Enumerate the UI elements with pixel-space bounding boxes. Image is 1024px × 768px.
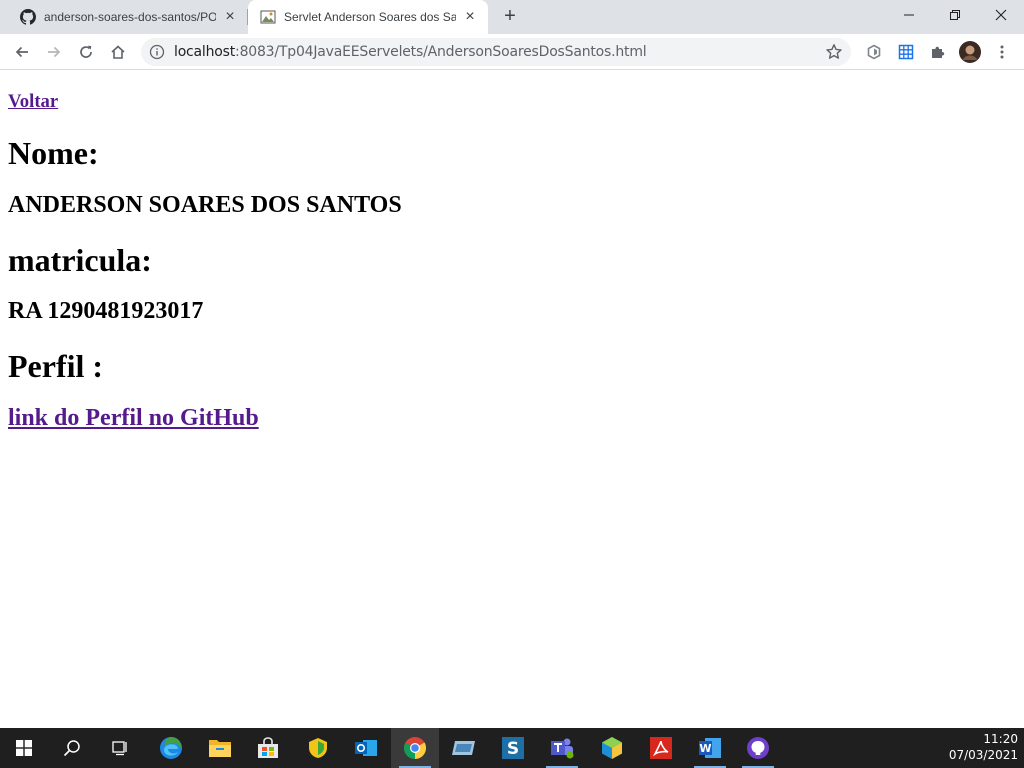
url-path: :8083/Tp04JavaEEServelets/AndersonSoares… xyxy=(235,44,647,60)
sourcetree-icon: S xyxy=(502,737,524,759)
github-desktop-icon xyxy=(747,737,769,759)
close-icon xyxy=(995,9,1007,21)
taskbar-edge[interactable] xyxy=(147,728,195,768)
extension-shield-button[interactable] xyxy=(860,38,888,66)
teams-icon xyxy=(551,738,574,759)
url-host: localhost xyxy=(174,44,236,60)
home-icon xyxy=(111,45,125,59)
windows-taskbar: S W 11:20 07/03/2021 xyxy=(0,728,1024,768)
close-window-button[interactable] xyxy=(978,0,1024,30)
reload-icon xyxy=(80,45,92,58)
new-tab-button[interactable]: + xyxy=(499,6,521,28)
store-icon xyxy=(258,737,278,758)
chrome-icon xyxy=(404,737,426,759)
svg-text:S: S xyxy=(507,739,519,759)
extension-shield-icon xyxy=(867,44,881,60)
page-content: Voltar Nome: ANDERSON SOARES DOS SANTOS … xyxy=(0,71,1024,728)
tab-strip: anderson-soares-dos-santos/POO × Servlet… xyxy=(0,0,1024,34)
word-icon: W xyxy=(699,738,721,758)
bookmark-star-icon[interactable] xyxy=(825,43,843,61)
taskbar-chrome[interactable] xyxy=(391,728,439,768)
taskbar-word[interactable]: W xyxy=(686,728,734,768)
apps-icon xyxy=(452,741,475,755)
url-text[interactable]: localhost:8083/Tp04JavaEEServelets/Ander… xyxy=(174,44,647,60)
reload-button[interactable] xyxy=(72,38,100,66)
forward-arrow-icon xyxy=(48,46,61,58)
tab-title: Servlet Anderson Soares dos Santos xyxy=(284,10,456,24)
kebab-menu-icon xyxy=(1000,45,1004,59)
matricula-heading: matricula: xyxy=(8,242,152,278)
nome-heading: Nome: xyxy=(8,135,99,171)
grid-extension-icon xyxy=(898,44,914,60)
virtualbox-icon xyxy=(602,737,622,759)
back-arrow-icon xyxy=(15,46,28,58)
minimize-icon xyxy=(904,14,914,16)
taskbar-store[interactable] xyxy=(244,728,292,768)
edge-icon xyxy=(160,737,182,759)
chrome-menu-button[interactable] xyxy=(988,38,1016,66)
matricula-value: RA 1290481923017 xyxy=(8,298,204,324)
taskbar-file-explorer[interactable] xyxy=(196,728,244,768)
perfil-heading: Perfil : xyxy=(8,348,104,384)
avatar-icon xyxy=(959,41,981,63)
grid-extension-button[interactable] xyxy=(892,38,920,66)
tab-title: anderson-soares-dos-santos/POO xyxy=(44,10,216,24)
kaspersky-icon xyxy=(309,738,327,758)
svg-text:W: W xyxy=(699,742,711,755)
start-icon xyxy=(16,740,32,756)
home-button[interactable] xyxy=(104,38,132,66)
task-view-icon xyxy=(112,741,127,756)
restore-icon xyxy=(950,10,960,20)
profile-avatar-button[interactable] xyxy=(956,38,984,66)
taskbar-acrobat[interactable] xyxy=(637,728,685,768)
github-icon xyxy=(20,9,36,25)
taskbar-sourcetree[interactable]: S xyxy=(489,728,537,768)
taskbar-github-desktop[interactable] xyxy=(734,728,782,768)
restore-button[interactable] xyxy=(932,0,978,30)
puzzle-icon xyxy=(932,46,945,58)
task-view-button[interactable] xyxy=(96,728,144,768)
taskbar-kaspersky[interactable] xyxy=(294,728,342,768)
taskbar-outlook[interactable] xyxy=(342,728,390,768)
taskbar-virtualbox[interactable] xyxy=(588,728,636,768)
tab-servlet[interactable]: Servlet Anderson Soares dos Santos × xyxy=(248,0,488,34)
search-icon xyxy=(63,740,80,757)
close-tab-icon[interactable]: × xyxy=(462,9,478,25)
voltar-link[interactable]: Voltar xyxy=(8,91,58,113)
clock-date: 07/03/2021 xyxy=(948,748,1018,762)
taskbar-search-button[interactable] xyxy=(48,728,96,768)
tab-github[interactable]: anderson-soares-dos-santos/POO × xyxy=(8,0,248,34)
back-button[interactable] xyxy=(8,38,36,66)
outlook-icon xyxy=(355,740,377,756)
clock-time: 11:20 xyxy=(983,732,1018,746)
system-clock[interactable]: 11:20 07/03/2021 xyxy=(949,731,1018,763)
extensions-button[interactable] xyxy=(924,38,952,66)
start-button[interactable] xyxy=(0,728,48,768)
taskbar-apps[interactable] xyxy=(440,728,488,768)
taskbar-teams[interactable] xyxy=(538,728,586,768)
minimize-button[interactable] xyxy=(886,0,932,30)
info-icon[interactable] xyxy=(149,44,165,60)
nome-value: ANDERSON SOARES DOS SANTOS xyxy=(8,192,402,218)
close-tab-icon[interactable]: × xyxy=(222,9,238,25)
forward-button[interactable] xyxy=(40,38,68,66)
file-explorer-icon xyxy=(209,740,231,757)
address-bar[interactable]: localhost:8083/Tp04JavaEEServelets/Ander… xyxy=(141,38,851,66)
browser-toolbar: localhost:8083/Tp04JavaEEServelets/Ander… xyxy=(0,34,1024,70)
acrobat-icon xyxy=(650,737,672,759)
github-profile-link[interactable]: link do Perfil no GitHub xyxy=(8,405,259,432)
page-image-icon xyxy=(260,9,276,25)
